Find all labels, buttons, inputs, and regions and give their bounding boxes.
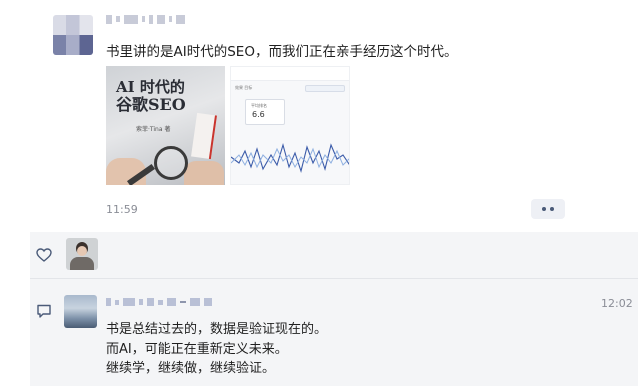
ellipsis-icon xyxy=(542,207,546,211)
metric-value: 6.6 xyxy=(252,110,265,119)
paper-card xyxy=(191,112,217,160)
metric-label: 平均排名 xyxy=(251,103,267,108)
analytics-tabs: 效果 目标 xyxy=(235,85,253,90)
comment-icon xyxy=(37,304,51,318)
post-image-analytics[interactable]: 效果 目标 平均排名 6.6 xyxy=(230,66,350,185)
comment-line: 书是总结过去的，数据是验证现在的。 xyxy=(106,322,328,337)
comment-line: 而AI，可能正在重新定义未来。 xyxy=(106,341,288,357)
comment-line: 继续学，继续做，继续验证。 xyxy=(106,361,276,376)
metric-card: 平均排名 6.6 xyxy=(245,99,285,125)
divider xyxy=(30,278,638,279)
book-cover-title: AI 时代的 谷歌SEO xyxy=(116,78,186,114)
post-text: 书里讲的是AI时代的SEO，而我们正在亲手经历这个时代。 xyxy=(106,44,458,60)
hand xyxy=(184,161,224,185)
moment-post: 书里讲的是AI时代的SEO，而我们正在亲手经历这个时代。 AI 时代的 谷歌SE… xyxy=(0,0,638,232)
line-chart xyxy=(231,143,349,173)
author-name-redacted[interactable] xyxy=(106,13,185,25)
book-author: 索菲·Tina 著 xyxy=(136,126,171,133)
likes-row xyxy=(30,232,638,278)
heart-icon xyxy=(36,248,52,262)
more-actions-button[interactable] xyxy=(531,199,565,219)
comment-time: 12:02 xyxy=(601,297,633,310)
magnifier-icon xyxy=(154,146,188,180)
commenter-avatar[interactable] xyxy=(64,295,97,328)
liker-avatar[interactable] xyxy=(66,238,98,270)
analytics-button xyxy=(305,85,345,92)
commenter-name-redacted[interactable] xyxy=(106,298,212,306)
comment-text: 书是总结过去的，数据是验证现在的。 而AI，可能正在重新定义未来。 继续学，继续… xyxy=(106,320,327,379)
ellipsis-icon xyxy=(550,207,554,211)
post-time: 11:59 xyxy=(106,203,138,216)
interaction-panel: 12:02 书是总结过去的，数据是验证现在的。 而AI，可能正在重新定义未来。 … xyxy=(30,232,638,386)
post-image-book[interactable]: AI 时代的 谷歌SEO 索菲·Tina 著 xyxy=(106,66,225,185)
avatar[interactable] xyxy=(53,15,93,55)
analytics-topbar xyxy=(231,67,349,81)
